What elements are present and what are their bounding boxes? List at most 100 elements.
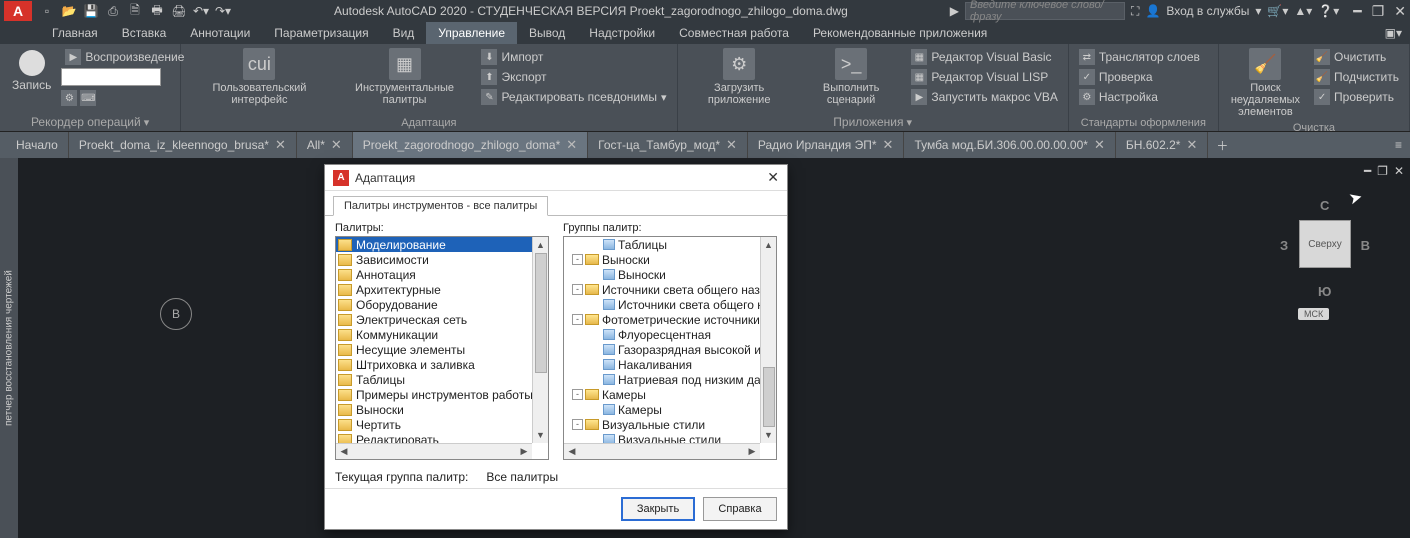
scroll-left-icon[interactable]: ◀ <box>564 444 580 459</box>
palette-item[interactable]: Таблицы <box>336 372 532 387</box>
play-button[interactable]: ▶Воспроизведение <box>61 48 188 66</box>
dialog-close-button[interactable]: ✕ <box>767 169 779 186</box>
groups-treebox[interactable]: Таблицы-ВыноскиВыноски-Источники света о… <box>563 236 777 460</box>
video-icon[interactable]: ▣▾ <box>1385 26 1402 40</box>
minimize-button[interactable]: ━ <box>1353 3 1361 20</box>
saveas-icon[interactable]: ⎙ <box>104 2 122 20</box>
plot-icon[interactable]: 🖶 <box>148 2 166 20</box>
document-tab[interactable]: Гост-ца_Тамбур_мод*✕ <box>588 132 748 158</box>
tree-node[interactable]: Выноски <box>564 267 760 282</box>
new-tab-button[interactable]: ＋ <box>1208 132 1236 158</box>
palette-item[interactable]: Коммуникации <box>336 327 532 342</box>
find-unremovable-button[interactable]: 🧹Поиск неудаляемых элементов <box>1225 46 1306 120</box>
configure-button[interactable]: ⚙Настройка <box>1075 88 1204 106</box>
palette-item[interactable]: Электрическая сеть <box>336 312 532 327</box>
document-tab[interactable]: Proekt_zagorodnogo_zhilogo_doma*✕ <box>353 132 588 158</box>
macro-opt1-icon[interactable]: ⚙ <box>61 90 77 106</box>
viewcube-south[interactable]: Ю <box>1318 284 1331 299</box>
ribbon-tab-manage[interactable]: Управление <box>426 22 517 44</box>
doc-minimize-button[interactable]: ━ <box>1364 164 1371 178</box>
tree-node[interactable]: -Визуальные стили <box>564 417 760 432</box>
viewcube-ucs[interactable]: МСК <box>1298 308 1329 320</box>
app-logo[interactable]: A <box>4 1 32 21</box>
ribbon-tab-featured[interactable]: Рекомендованные приложения <box>801 22 999 44</box>
palette-item[interactable]: Моделирование <box>336 237 532 252</box>
ribbon-tab-collab[interactable]: Совместная работа <box>667 22 801 44</box>
tab-close-icon[interactable]: ✕ <box>331 137 342 153</box>
tree-node[interactable]: Источники света общего наз <box>564 297 760 312</box>
scroll-down-icon[interactable]: ▼ <box>761 427 776 443</box>
ribbon-tab-output[interactable]: Вывод <box>517 22 577 44</box>
cart-icon[interactable]: 🛒▾ <box>1267 4 1288 18</box>
export-button[interactable]: ⬆Экспорт <box>477 68 670 86</box>
macro-combo[interactable] <box>61 68 161 86</box>
tree-node[interactable]: Натриевая под низким давле <box>564 372 760 387</box>
scroll-up-icon[interactable]: ▲ <box>761 237 776 253</box>
import-button[interactable]: ⬇Импорт <box>477 48 670 66</box>
tab-close-icon[interactable]: ✕ <box>566 137 577 153</box>
close-button[interactable]: Закрыть <box>621 497 695 521</box>
viewcube-north[interactable]: С <box>1320 198 1329 213</box>
ribbon-tab-annotate[interactable]: Аннотации <box>178 22 262 44</box>
document-tab[interactable]: All*✕ <box>297 132 353 158</box>
palettes-vscroll[interactable]: ▲▼ <box>532 237 548 443</box>
audit-button[interactable]: ✓Проверить <box>1310 88 1403 106</box>
tree-node[interactable]: -Камеры <box>564 387 760 402</box>
print-icon[interactable]: 🖨 <box>170 2 188 20</box>
document-tab[interactable]: Proekt_doma_iz_kleennogo_brusa*✕ <box>69 132 297 158</box>
recovery-panel-tab[interactable]: петчер восстановления чертежей <box>0 158 18 538</box>
alias-button[interactable]: ✎Редактировать псевдонимы ▾ <box>477 88 670 106</box>
tool-palettes-button[interactable]: ▦Инструментальные палитры <box>336 46 474 108</box>
app-exchange-icon[interactable]: ⛶ <box>1131 4 1139 19</box>
vlisp-button[interactable]: ▦Редактор Visual LISP <box>907 68 1061 86</box>
tab-close-icon[interactable]: ✕ <box>1094 137 1105 153</box>
macro-button[interactable]: ▶Запустить макрос VBA <box>907 88 1061 106</box>
saveall-icon[interactable]: 🗎 <box>126 2 144 20</box>
document-tab[interactable]: Радио Ирландия ЭП*✕ <box>748 132 905 158</box>
ribbon-tab-insert[interactable]: Вставка <box>110 22 179 44</box>
tab-close-icon[interactable]: ✕ <box>275 137 286 153</box>
doc-restore-button[interactable]: ❐ <box>1377 164 1388 178</box>
user-icon[interactable]: 👤 <box>1145 4 1160 18</box>
tree-expander-icon[interactable]: - <box>572 419 583 430</box>
purge-button[interactable]: 🧹Очистить <box>1310 48 1403 66</box>
tree-node[interactable]: Газоразрядная высокой инте <box>564 342 760 357</box>
layer-translate-button[interactable]: ⇄Транслятор слоев <box>1075 48 1204 66</box>
help-button[interactable]: Справка <box>703 497 777 521</box>
palette-item[interactable]: Архитектурные <box>336 282 532 297</box>
a360-icon[interactable]: ▲▾ <box>1294 4 1312 18</box>
search-keyword-input[interactable]: Введите ключевое слово/фразу <box>965 2 1125 20</box>
tree-expander-icon[interactable]: - <box>572 254 583 265</box>
run-script-button[interactable]: >_Выполнить сценарий <box>799 46 904 108</box>
scroll-right-icon[interactable]: ▶ <box>744 444 760 459</box>
tree-node[interactable]: -Источники света общего назнач <box>564 282 760 297</box>
doc-close-button[interactable]: ✕ <box>1394 164 1404 178</box>
sign-in-link[interactable]: Вход в службы <box>1166 4 1249 18</box>
palette-item[interactable]: Выноски <box>336 402 532 417</box>
redo-icon[interactable]: ↷▾ <box>214 2 232 20</box>
subpurge-button[interactable]: 🧹Подчистить <box>1310 68 1403 86</box>
palette-item[interactable]: Редактировать <box>336 432 532 443</box>
document-tab[interactable]: Начало <box>6 132 69 158</box>
tab-close-icon[interactable]: ✕ <box>883 137 894 153</box>
palette-item[interactable]: Аннотация <box>336 267 532 282</box>
tab-close-icon[interactable]: ✕ <box>1186 137 1197 153</box>
palettes-listbox[interactable]: МоделированиеЗависимостиАннотацияАрхитек… <box>335 236 549 460</box>
save-icon[interactable]: 💾 <box>82 2 100 20</box>
viewcube-top-face[interactable]: Сверху <box>1299 220 1351 268</box>
open-icon[interactable]: 📂 <box>60 2 78 20</box>
viewcube-west[interactable]: З <box>1280 238 1288 253</box>
tree-node[interactable]: Накаливания <box>564 357 760 372</box>
tree-node[interactable]: Камеры <box>564 402 760 417</box>
tree-expander-icon[interactable]: - <box>572 389 583 400</box>
macro-opt2-icon[interactable]: ⌨ <box>80 90 96 106</box>
tree-node[interactable]: -Фотометрические источники св <box>564 312 760 327</box>
tree-expander-icon[interactable]: - <box>572 284 583 295</box>
vbe-button[interactable]: ▦Редактор Visual Basic <box>907 48 1061 66</box>
check-button[interactable]: ✓Проверка <box>1075 68 1204 86</box>
ribbon-tab-parametric[interactable]: Параметризация <box>262 22 380 44</box>
scroll-left-icon[interactable]: ◀ <box>336 444 352 459</box>
new-icon[interactable]: ▫ <box>38 2 56 20</box>
cui-button[interactable]: cuiПользовательский интерфейс <box>187 46 331 108</box>
help-icon[interactable]: ❔▾ <box>1318 4 1339 18</box>
